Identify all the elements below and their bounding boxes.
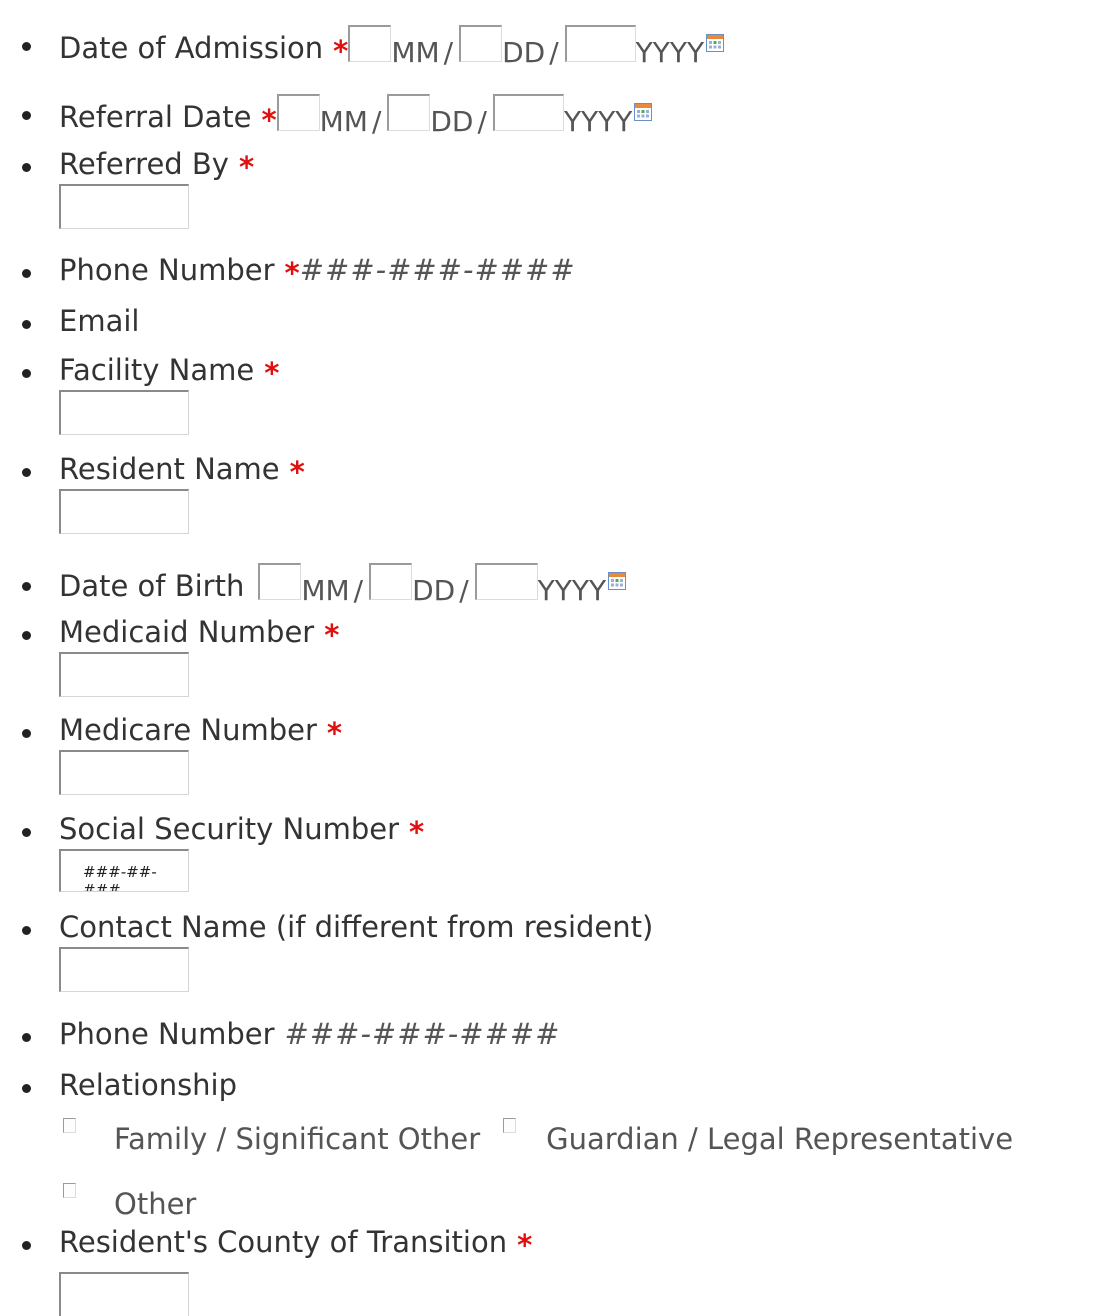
bullet-icon	[22, 1241, 31, 1250]
relationship-options-row-2: Other	[63, 1182, 197, 1224]
mm-hint: MM	[391, 36, 440, 69]
date-separator: /	[477, 105, 487, 138]
bullet-icon	[22, 369, 31, 378]
medicaid-number-input[interactable]	[59, 652, 189, 697]
dd-hint: DD	[430, 105, 474, 138]
bullet-icon	[22, 111, 31, 120]
phone-format-hint: ###-###-####	[284, 1017, 561, 1051]
admission-month-input[interactable]	[348, 25, 392, 62]
email-label: Email	[59, 304, 140, 338]
county-of-transition-label: Resident's County of Transition	[59, 1225, 508, 1259]
ssn-input[interactable]: ###-##-###	[59, 849, 189, 892]
birth-year-input[interactable]	[474, 563, 538, 600]
facility-name-input[interactable]	[59, 390, 189, 435]
medicare-number-input[interactable]	[59, 750, 189, 795]
bullet-icon	[22, 1084, 31, 1093]
mm-hint: MM	[319, 105, 368, 138]
resident-name-label: Resident Name	[59, 452, 280, 486]
required-asterisk: *	[326, 716, 343, 750]
checkbox-guardian[interactable]	[503, 1117, 517, 1133]
medicare-number-label: Medicare Number	[59, 713, 317, 747]
referred-by-label: Referred By	[59, 147, 229, 181]
bullet-icon	[22, 269, 31, 278]
required-asterisk: *	[289, 455, 305, 489]
bullet-icon	[22, 631, 31, 640]
required-asterisk: *	[517, 1228, 533, 1262]
phone-number-label: Phone Number	[59, 253, 275, 287]
bullet-icon	[22, 582, 31, 591]
medicaid-number-label: Medicaid Number	[59, 615, 315, 649]
referral-year-input[interactable]	[492, 94, 564, 131]
admission-year-input[interactable]	[564, 25, 636, 62]
facility-name-label: Facility Name	[59, 353, 255, 387]
relationship-options-row-1: Family / Significant Other Guardian / Le…	[63, 1117, 1014, 1159]
calendar-icon[interactable]	[634, 103, 653, 121]
referred-by-input[interactable]	[59, 184, 189, 229]
contact-name-input[interactable]	[59, 947, 189, 992]
yyyy-hint: YYYY	[537, 574, 607, 607]
mm-hint: MM	[301, 574, 350, 607]
dd-hint: DD	[412, 574, 456, 607]
required-asterisk: *	[261, 103, 277, 137]
bullet-icon	[22, 320, 31, 329]
required-asterisk: *	[264, 356, 280, 390]
yyyy-hint: YYYY	[563, 105, 633, 138]
yyyy-hint: YYYY	[635, 36, 705, 69]
required-asterisk: *	[238, 150, 255, 184]
bullet-icon	[22, 729, 31, 738]
referral-date-label: Referral Date	[59, 100, 252, 134]
option-other-label: Other	[114, 1187, 197, 1221]
relationship-label: Relationship	[59, 1068, 238, 1102]
option-family-label: Family / Significant Other	[114, 1122, 481, 1156]
calendar-icon[interactable]	[706, 34, 725, 52]
date-separator: /	[459, 574, 469, 607]
bullet-icon	[22, 1033, 31, 1042]
date-of-admission-label: Date of Admission	[59, 31, 324, 65]
resident-name-input[interactable]	[59, 489, 189, 534]
birth-month-input[interactable]	[258, 563, 302, 600]
bullet-icon	[22, 468, 31, 477]
bullet-icon	[22, 163, 31, 172]
bullet-icon	[22, 926, 31, 935]
date-separator: /	[371, 105, 382, 138]
calendar-icon[interactable]	[608, 572, 627, 590]
admission-day-input[interactable]	[459, 25, 503, 62]
date-separator: /	[443, 36, 454, 69]
checkbox-other[interactable]	[63, 1182, 76, 1198]
ssn-placeholder: ###-##-###	[83, 863, 157, 892]
referral-month-input[interactable]	[276, 94, 320, 131]
ssn-label: Social Security Number	[59, 812, 399, 846]
bullet-icon	[22, 42, 31, 51]
phone-format-hint: ###-###-####	[299, 253, 576, 287]
date-of-birth-label: Date of Birth	[59, 569, 245, 603]
referral-day-input[interactable]	[387, 94, 431, 131]
required-asterisk: *	[284, 256, 300, 290]
county-of-transition-input[interactable]	[59, 1272, 189, 1316]
contact-name-label: Contact Name (if different from resident…	[59, 910, 654, 944]
birth-day-input[interactable]	[369, 563, 413, 600]
checkbox-family[interactable]	[63, 1117, 76, 1133]
option-guardian-label: Guardian / Legal Representative	[546, 1122, 1014, 1156]
date-separator: /	[353, 574, 364, 607]
contact-phone-label: Phone Number	[59, 1017, 275, 1051]
required-asterisk: *	[324, 618, 340, 652]
required-asterisk: *	[333, 34, 349, 68]
required-asterisk: *	[409, 815, 425, 849]
bullet-icon	[22, 828, 31, 837]
dd-hint: DD	[502, 36, 546, 69]
date-separator: /	[549, 36, 559, 69]
